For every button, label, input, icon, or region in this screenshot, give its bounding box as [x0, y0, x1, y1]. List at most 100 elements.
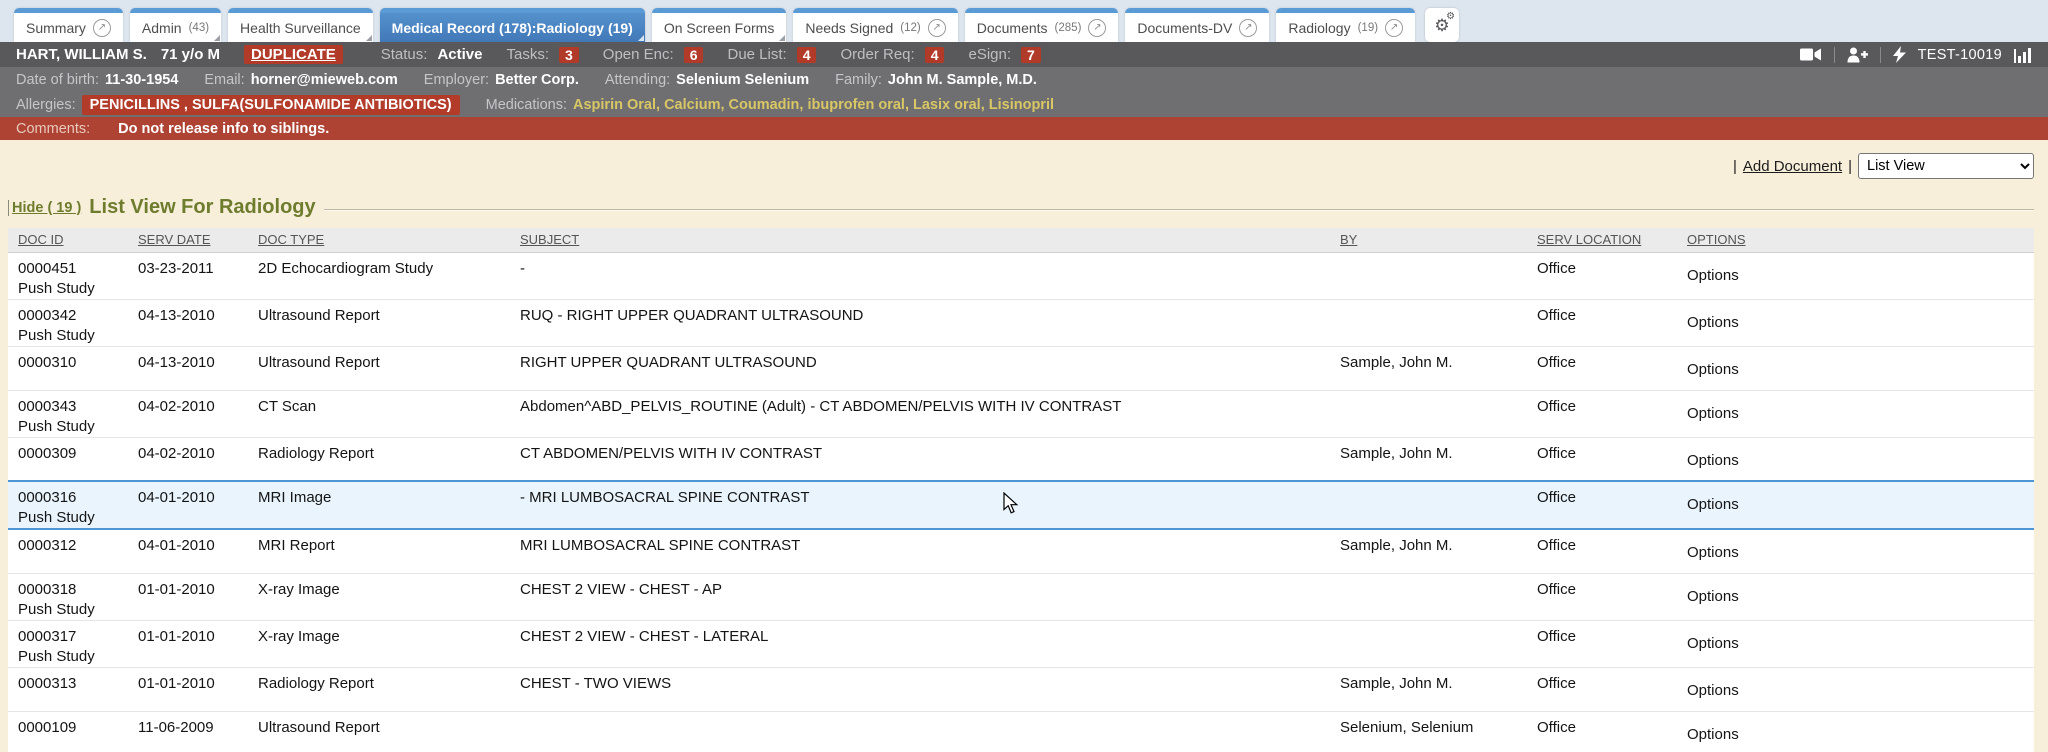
medications-label: Medications: [486, 97, 567, 113]
table-row[interactable]: 0000313 01-01-2010 Radiology Report CHES… [8, 667, 2034, 711]
serv-location: Office [1537, 620, 1687, 667]
hide-toggle-link[interactable]: Hide ( 19 ) [8, 200, 81, 216]
table-row[interactable]: 0000318Push Study 01-01-2010 X-ray Image… [8, 573, 2034, 620]
lightning-icon[interactable] [1893, 46, 1906, 63]
tab-medical-record-radiology[interactable]: Medical Record (178):Radiology (19) [380, 8, 645, 42]
subject: Abdomen^ABD_PELVIS_ROUTINE (Adult) - CT … [520, 390, 1340, 437]
attending-label: Attending: [605, 72, 670, 88]
push-study-label: Push Study [18, 508, 138, 528]
tab-admin[interactable]: Admin (43) [130, 8, 221, 42]
view-mode-select[interactable]: List View [1858, 153, 2034, 179]
employer-value: Better Corp. [495, 72, 579, 88]
col-header-options[interactable]: OPTIONS [1687, 228, 2034, 252]
by: Sample, John M. [1340, 667, 1537, 711]
email-value: horner@mieweb.com [251, 72, 398, 88]
radiology-document-table: DOC ID SERV DATE DOC TYPE SUBJECT BY SER… [8, 228, 2034, 752]
esign-label: eSign: [968, 46, 1011, 63]
col-header-serv-location[interactable]: SERV LOCATION [1537, 228, 1687, 252]
options-link[interactable]: Options [1687, 529, 2034, 573]
tab-on-screen-forms[interactable]: On Screen Forms [652, 8, 786, 42]
doc-id: 0000317 [18, 628, 76, 645]
table-row[interactable]: 0000342Push Study 04-13-2010 Ultrasound … [8, 299, 2034, 346]
col-header-doc-id[interactable]: DOC ID [8, 228, 138, 252]
tab-label: Needs Signed [805, 20, 893, 36]
options-link[interactable]: Options [1687, 667, 2034, 711]
tab-health-surveillance[interactable]: Health Surveillance [228, 8, 373, 42]
options-link[interactable]: Options [1687, 252, 2034, 299]
subject: CT ABDOMEN/PELVIS WITH IV CONTRAST [520, 437, 1340, 481]
by: Sample, John M. [1340, 346, 1537, 390]
table-row[interactable]: 0000343Push Study 04-02-2010 CT Scan Abd… [8, 390, 2034, 437]
divider [1834, 47, 1835, 63]
tab-documents[interactable]: Documents (285) [965, 8, 1119, 42]
status-label: Status: [381, 46, 428, 63]
add-document-link[interactable]: Add Document [1743, 158, 1842, 175]
table-row[interactable]: 0000317Push Study 01-01-2010 X-ray Image… [8, 620, 2034, 667]
pipe-separator: | [1733, 158, 1737, 175]
push-study-label: Push Study [18, 279, 138, 299]
pipe-separator: | [1848, 158, 1852, 175]
tab-documents-dv[interactable]: Documents-DV [1125, 8, 1269, 42]
video-camera-icon[interactable] [1800, 47, 1822, 62]
options-link[interactable]: Options [1687, 346, 2034, 390]
by [1340, 390, 1537, 437]
allergy-badge[interactable]: PENICILLINS , SULFA(SULFONAMIDE ANTIBIOT… [82, 95, 460, 115]
due-list-count-badge[interactable]: 4 [797, 47, 817, 63]
medications-list[interactable]: Aspirin Oral, Calcium, Coumadin, ibuprof… [573, 97, 1054, 113]
options-link[interactable]: Options [1687, 711, 2034, 752]
duplicate-badge[interactable]: DUPLICATE [244, 45, 343, 64]
col-header-doc-type[interactable]: DOC TYPE [258, 228, 520, 252]
open-enc-count-badge[interactable]: 6 [684, 47, 704, 63]
external-link-icon[interactable] [928, 19, 946, 37]
email-label: Email: [204, 72, 244, 88]
order-req-count-badge[interactable]: 4 [925, 47, 945, 63]
esign-count-badge[interactable]: 7 [1021, 47, 1041, 63]
options-link[interactable]: Options [1687, 573, 2034, 620]
serv-location: Office [1537, 711, 1687, 752]
bar-chart-icon[interactable] [2014, 47, 2032, 63]
doc-type: Ultrasound Report [258, 711, 520, 752]
tab-radiology[interactable]: Radiology (19) [1276, 8, 1415, 42]
by [1340, 481, 1537, 529]
external-link-icon[interactable] [1239, 19, 1257, 37]
tasks-count-badge[interactable]: 3 [559, 47, 579, 63]
options-link[interactable]: Options [1687, 390, 2034, 437]
person-add-icon[interactable] [1847, 47, 1868, 63]
external-link-icon[interactable] [1385, 19, 1403, 37]
subject: CHEST 2 VIEW - CHEST - LATERAL [520, 620, 1340, 667]
doc-id: 0000109 [18, 719, 76, 736]
col-header-by[interactable]: BY [1340, 228, 1537, 252]
options-link[interactable]: Options [1687, 299, 2034, 346]
push-study-label: Push Study [18, 417, 138, 437]
options-link[interactable]: Options [1687, 620, 2034, 667]
tab-summary[interactable]: Summary [14, 8, 123, 42]
patient-age-sex: 71 y/o M [161, 46, 220, 63]
table-row[interactable]: 0000312 04-01-2010 MRI Report MRI LUMBOS… [8, 529, 2034, 573]
serv-date: 01-01-2010 [138, 620, 258, 667]
tasks-label: Tasks: [506, 46, 549, 63]
employer-label: Employer: [424, 72, 489, 88]
col-header-subject[interactable]: SUBJECT [520, 228, 1340, 252]
serv-date: 01-01-2010 [138, 667, 258, 711]
attending-value: Selenium Selenium [676, 72, 809, 88]
table-row[interactable]: 0000451Push Study 03-23-2011 2D Echocard… [8, 252, 2034, 299]
table-row[interactable]: 0000309 04-02-2010 Radiology Report CT A… [8, 437, 2034, 481]
settings-gear-button[interactable] [1425, 8, 1459, 42]
tab-needs-signed[interactable]: Needs Signed (12) [793, 8, 957, 42]
tab-label: Medical Record (178):Radiology (19) [392, 20, 633, 36]
table-row[interactable]: 0000310 04-13-2010 Ultrasound Report RIG… [8, 346, 2034, 390]
table-row[interactable]: 0000109 11-06-2009 Ultrasound Report Sel… [8, 711, 2034, 752]
serv-date: 04-02-2010 [138, 390, 258, 437]
document-toolbar: | Add Document | List View [1733, 153, 2034, 179]
by [1340, 299, 1537, 346]
col-header-serv-date[interactable]: SERV DATE [138, 228, 258, 252]
external-link-icon[interactable] [1088, 19, 1106, 37]
external-link-icon[interactable] [93, 19, 111, 37]
options-link[interactable]: Options [1687, 437, 2034, 481]
subject: CHEST 2 VIEW - CHEST - AP [520, 573, 1340, 620]
serv-date: 03-23-2011 [138, 252, 258, 299]
radiology-list-panel: DOC ID SERV DATE DOC TYPE SUBJECT BY SER… [8, 228, 2034, 752]
options-link[interactable]: Options [1687, 481, 2034, 529]
tab-label: Summary [26, 20, 86, 36]
table-row-highlighted[interactable]: 0000316Push Study 04-01-2010 MRI Image -… [8, 481, 2034, 529]
